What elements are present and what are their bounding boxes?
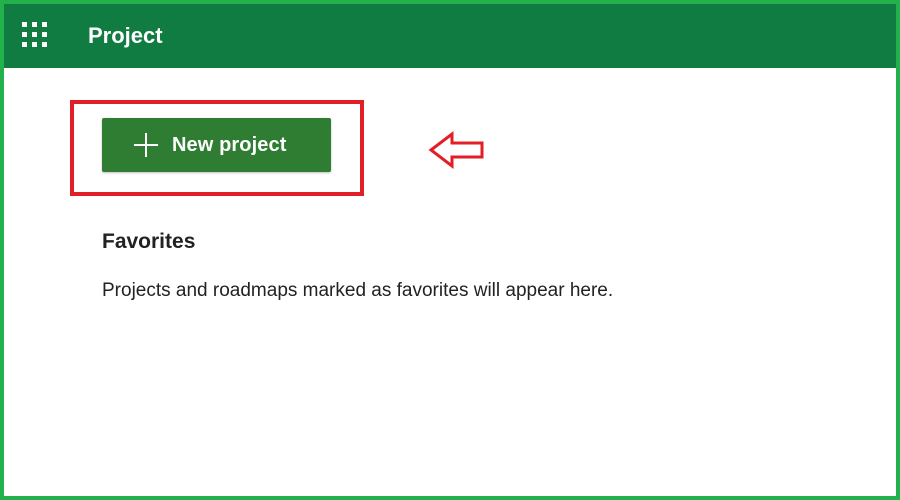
window-frame: Project New project Favorites Projects a… [0,0,900,500]
app-launcher-icon[interactable] [22,22,48,48]
favorites-empty-message: Projects and roadmaps marked as favorite… [102,280,614,301]
new-project-button-label: New project [172,133,287,156]
new-project-button[interactable]: New project [102,118,331,172]
app-title[interactable]: Project [88,21,163,51]
favorites-heading: Favorites [102,230,196,253]
app-header: Project [4,4,896,68]
plus-icon [134,133,158,157]
left-arrow-icon [428,130,484,170]
